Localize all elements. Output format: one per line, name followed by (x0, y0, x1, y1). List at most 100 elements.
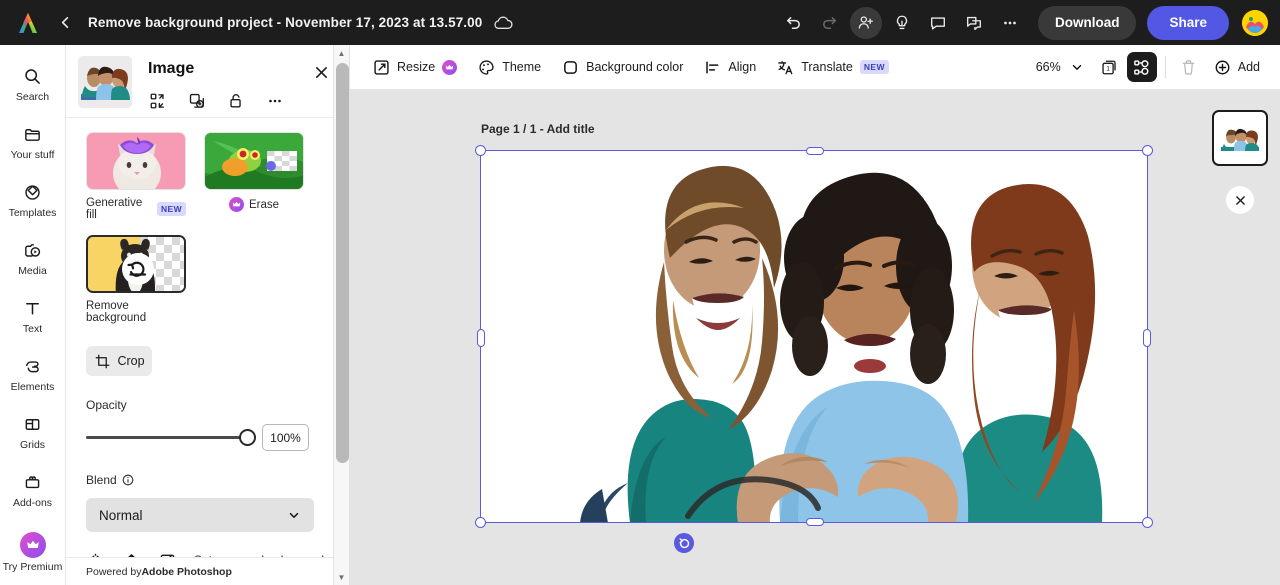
page-count-button[interactable]: 1 (1095, 52, 1125, 82)
opacity-slider[interactable] (86, 429, 256, 446)
sidebar-item-label: Media (18, 264, 47, 277)
share-button[interactable]: Share (1147, 5, 1229, 40)
remove-background-card[interactable]: Remove background (86, 235, 186, 324)
resize-button[interactable]: Resize (362, 51, 467, 83)
sidebar-item-label: Try Premium (2, 560, 63, 573)
rotate-handle-icon[interactable] (674, 533, 694, 553)
sidebar-item-try-premium[interactable]: Try Premium (0, 523, 66, 581)
unlock-icon[interactable] (226, 91, 246, 111)
canvas-area[interactable]: Page 1 / 1 - Add title (350, 90, 1280, 585)
blend-mode-select[interactable]: Normal (86, 498, 314, 532)
panel-header: Image (66, 45, 349, 118)
artwork-image[interactable] (480, 150, 1148, 523)
sidebar-item-media[interactable]: Media (0, 229, 66, 287)
left-navigation-rail: Search Your stuff Templates Media Text E… (0, 45, 66, 585)
erase-preview (204, 132, 304, 190)
sidebar-item-elements[interactable]: Elements (0, 345, 66, 403)
background-color-label: Background color (586, 60, 684, 74)
sidebar-item-text[interactable]: Text (0, 287, 66, 345)
templates-icon (23, 182, 42, 204)
duplicate-window-icon[interactable] (958, 7, 990, 39)
opacity-value-input[interactable]: 100% (262, 424, 309, 451)
adobe-express-logo-icon[interactable] (14, 9, 42, 37)
sidebar-item-templates[interactable]: Templates (0, 171, 66, 229)
back-button[interactable] (52, 10, 78, 36)
page-1-thumbnail[interactable] (1212, 110, 1268, 166)
artboard[interactable] (480, 150, 1148, 523)
card-label: Generative fill (86, 197, 143, 221)
redo-icon[interactable] (814, 7, 846, 39)
sidebar-item-label: Your stuff (10, 148, 55, 161)
crop-label: Crop (117, 354, 145, 368)
erase-card[interactable]: Erase (204, 132, 304, 221)
toolbar-right-controls: 66% 1 Add (1027, 52, 1268, 82)
layers-button[interactable] (1126, 52, 1157, 82)
scroll-up-arrow[interactable]: ▲ (334, 45, 349, 61)
info-icon[interactable] (122, 474, 134, 486)
document-title[interactable]: Remove background project - November 17,… (88, 15, 482, 30)
background-color-button[interactable]: Background color (551, 51, 693, 83)
opacity-label: Opacity (86, 398, 127, 412)
selected-image-thumbnail[interactable] (78, 56, 132, 108)
sidebar-item-search[interactable]: Search (0, 55, 66, 113)
sidebar-item-grids[interactable]: Grids (0, 403, 66, 461)
elements-icon (23, 356, 42, 378)
chevron-down-icon (1070, 60, 1084, 74)
sidebar-item-add-ons[interactable]: Add-ons (0, 461, 66, 519)
handle-top-center[interactable] (806, 147, 824, 155)
card-label: Erase (248, 198, 280, 211)
opacity-slider-knob[interactable] (239, 429, 256, 446)
generative-fill-preview (86, 132, 186, 190)
align-icon (703, 58, 721, 76)
theme-button[interactable]: Theme (467, 51, 551, 83)
powered-brand: Adobe Photoshop (141, 565, 232, 578)
handle-top-left[interactable] (475, 145, 486, 156)
addons-icon (23, 472, 42, 494)
zoom-value: 66% (1035, 60, 1061, 74)
generative-fill-label-row: Generative fill NEW (86, 197, 186, 221)
translate-button[interactable]: Translate NEW (766, 51, 899, 83)
folder-icon (23, 124, 42, 146)
sidebar-item-your-stuff[interactable]: Your stuff (0, 113, 66, 171)
handle-top-right[interactable] (1142, 145, 1153, 156)
sidebar-item-label: Templates (8, 206, 57, 219)
align-button[interactable]: Align (693, 51, 766, 83)
lightbulb-icon[interactable] (886, 7, 918, 39)
page-label[interactable]: Page 1 / 1 - Add title (481, 122, 595, 136)
crop-button[interactable]: Crop (86, 346, 152, 376)
handle-bottom-right[interactable] (1142, 517, 1153, 528)
new-badge: NEW (859, 60, 889, 74)
replace-media-icon[interactable] (148, 91, 168, 111)
background-color-icon (561, 58, 579, 76)
add-button[interactable]: Add (1206, 52, 1268, 82)
plus-circle-icon (1214, 58, 1232, 76)
zoom-control[interactable]: 66% (1027, 52, 1093, 82)
close-panel-button[interactable] (311, 62, 331, 82)
panel-scrollbar-thumb[interactable] (336, 63, 349, 463)
undo-icon[interactable] (778, 7, 810, 39)
avatar[interactable] (1242, 9, 1268, 36)
resize-icon (372, 58, 390, 76)
crown-icon (19, 531, 46, 558)
delete-button[interactable] (1174, 52, 1204, 82)
handle-middle-right[interactable] (1143, 329, 1151, 347)
panel-body: Generative fill NEW Erase Remove backgro… (66, 118, 349, 569)
text-icon (23, 298, 42, 320)
theme-label: Theme (502, 60, 542, 74)
panel-scrollbar[interactable]: ▲ ▼ (333, 45, 350, 585)
generative-fill-card[interactable]: Generative fill NEW (86, 132, 186, 221)
download-button[interactable]: Download (1037, 5, 1137, 40)
scroll-down-arrow[interactable]: ▼ (334, 569, 349, 585)
close-pages-panel-button[interactable] (1226, 186, 1254, 214)
search-icon (23, 66, 42, 88)
blend-label: Blend (86, 473, 117, 487)
duplicate-icon[interactable] (187, 91, 207, 111)
handle-bottom-center[interactable] (806, 518, 824, 526)
invite-user-icon[interactable] (849, 6, 882, 39)
remove-background-label-row: Remove background (86, 300, 186, 324)
handle-middle-left[interactable] (477, 329, 485, 347)
more-horizontal-icon[interactable] (994, 7, 1026, 39)
more-horizontal-icon[interactable] (265, 91, 285, 111)
handle-bottom-left[interactable] (475, 517, 486, 528)
comment-icon[interactable] (922, 7, 954, 39)
